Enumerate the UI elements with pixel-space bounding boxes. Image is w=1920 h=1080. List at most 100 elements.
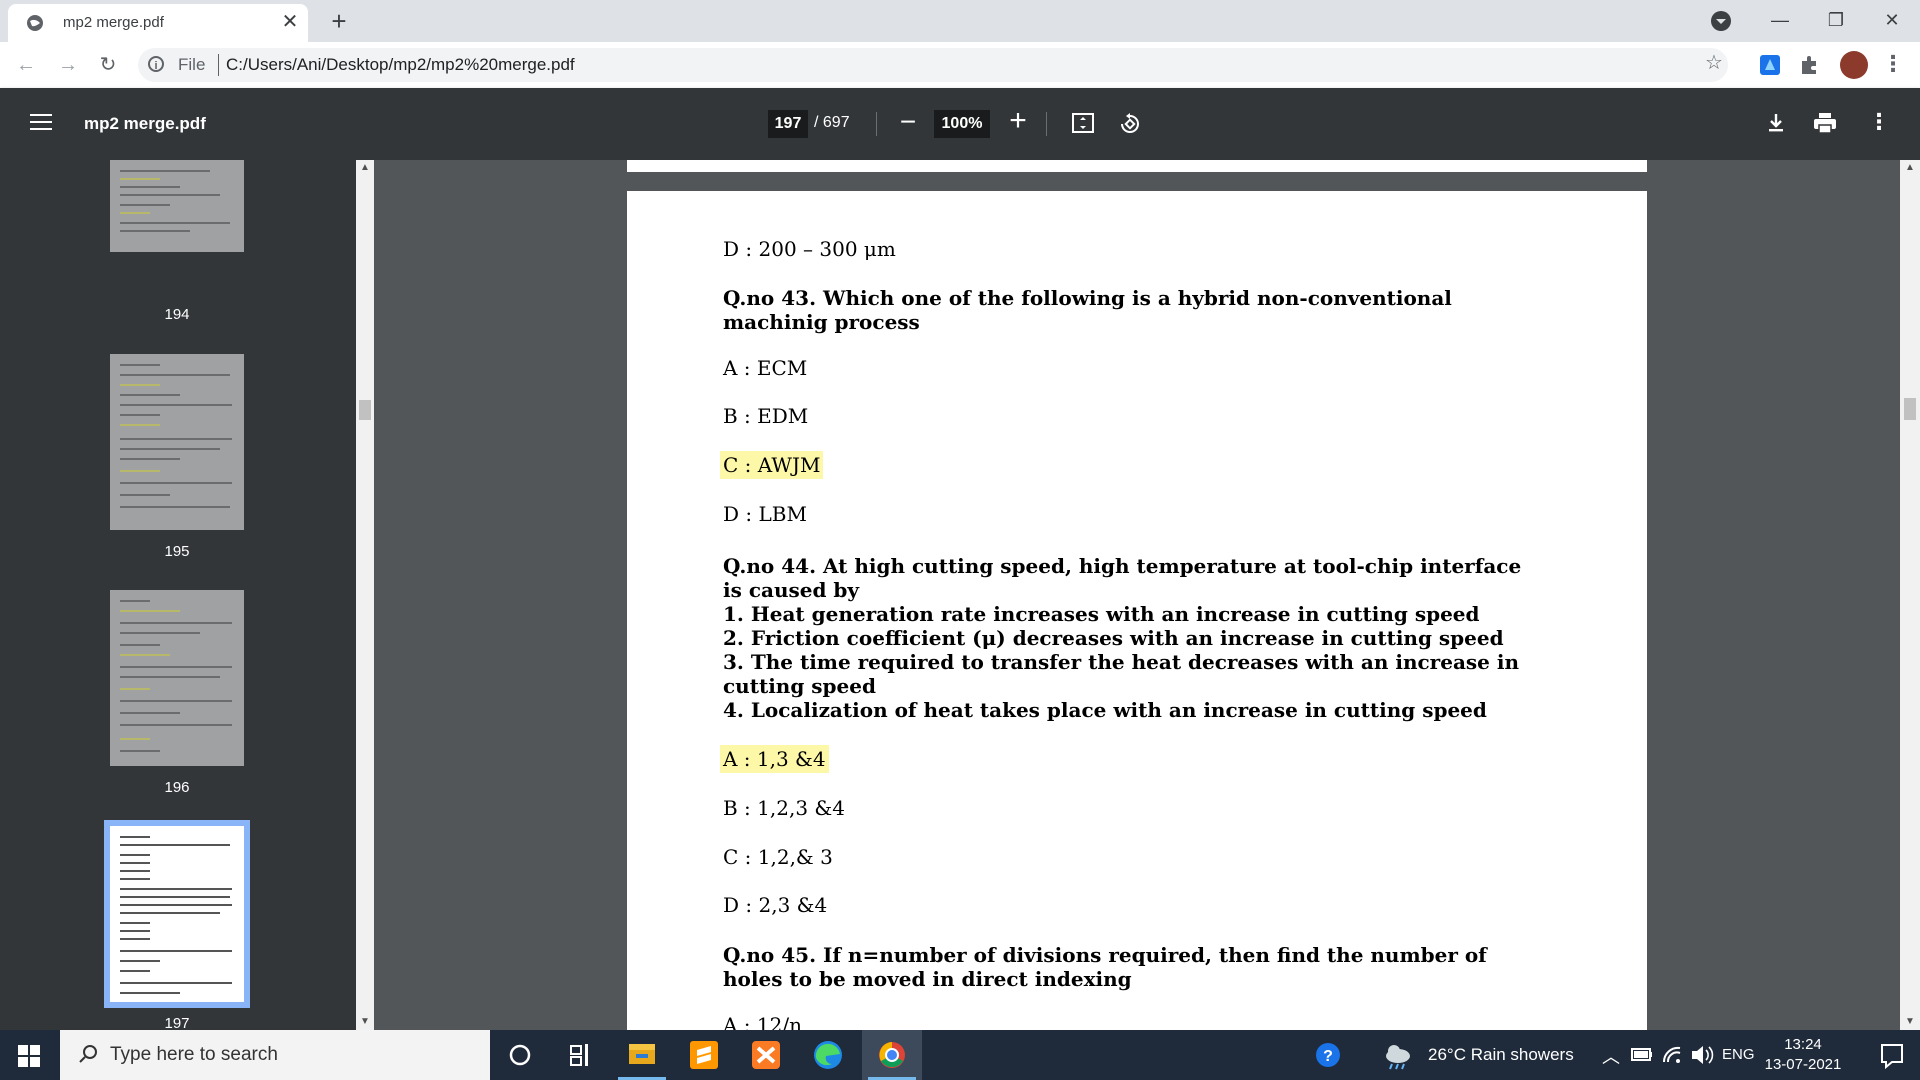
browser-tab[interactable]: mp2 merge.pdf ✕ xyxy=(8,4,308,42)
previous-page-edge xyxy=(627,160,1647,172)
zoom-in-icon[interactable]: + xyxy=(1005,106,1031,136)
new-tab-button[interactable]: + xyxy=(325,7,353,35)
clock-time: 13:24 xyxy=(1784,1036,1822,1053)
scroll-down-arrow-icon[interactable]: ▼ xyxy=(359,1016,371,1028)
close-window-icon[interactable]: ✕ xyxy=(1864,0,1920,42)
question-statement: 1. Heat generation rate increases with a… xyxy=(723,602,1480,626)
page-thumbnail[interactable] xyxy=(110,354,244,530)
download-icon[interactable] xyxy=(1765,112,1787,134)
wifi-icon[interactable] xyxy=(1658,1030,1686,1080)
scroll-up-arrow-icon[interactable]: ▲ xyxy=(1904,162,1916,174)
forward-arrow-icon[interactable]: → xyxy=(54,51,82,79)
more-options-icon[interactable]: ⋮ xyxy=(1868,110,1890,136)
zoom-level-input[interactable]: 100% xyxy=(934,110,990,138)
clock-date: 13-07-2021 xyxy=(1764,1056,1842,1073)
document-title: mp2 merge.pdf xyxy=(84,114,206,133)
file-explorer-icon[interactable] xyxy=(612,1030,672,1080)
browser-tab-strip: mp2 merge.pdf ✕ + — ❐ ✕ xyxy=(0,0,1920,42)
print-icon[interactable] xyxy=(1813,112,1837,134)
show-hidden-icons-icon[interactable]: ︿ xyxy=(1602,1043,1620,1069)
sidebar-scroll-thumb[interactable] xyxy=(359,400,371,420)
pdf-toolbar: mp2 merge.pdf 197 / 697 − 100% + ⋮ xyxy=(0,88,1920,160)
chrome-taskbar-icon[interactable] xyxy=(862,1030,922,1080)
thumbnail-page-label: 196 xyxy=(164,779,190,796)
answer-option: B : EDM xyxy=(723,404,809,428)
zoom-out-icon[interactable]: − xyxy=(896,108,920,138)
thumbnail-page-label: 197 xyxy=(164,1015,190,1030)
tab-title: mp2 merge.pdf xyxy=(63,14,164,31)
sublime-text-icon[interactable] xyxy=(674,1030,734,1080)
weather-text[interactable]: 26°C Rain showers xyxy=(1428,1045,1574,1065)
answer-option: D : 2,3 &4 xyxy=(723,893,828,917)
windows-start-icon[interactable] xyxy=(18,1045,40,1067)
edge-browser-icon[interactable] xyxy=(798,1030,858,1080)
globe-icon xyxy=(27,15,43,31)
toolbar-divider xyxy=(876,112,877,136)
profile-avatar[interactable] xyxy=(1840,51,1868,79)
page-thumbnail[interactable] xyxy=(110,590,244,766)
notifications-icon[interactable] xyxy=(1862,1030,1920,1080)
sidebar-menu-icon[interactable] xyxy=(30,114,52,132)
question-statement: 2. Friction coefficient (μ) decreases wi… xyxy=(723,626,1504,650)
main-scrollbar[interactable]: ▲ ▼ xyxy=(1900,160,1920,1030)
bookmark-star-icon[interactable]: ☆ xyxy=(1705,50,1723,75)
browser-menu-icon[interactable]: ⋮ xyxy=(1882,52,1904,78)
extension-drive-icon[interactable] xyxy=(1758,53,1782,77)
scroll-down-arrow-icon[interactable]: ▼ xyxy=(1904,1016,1916,1028)
volume-icon[interactable] xyxy=(1688,1030,1716,1080)
task-view-icon[interactable] xyxy=(550,1030,610,1080)
browser-toolbar: ← → ↻ i File C:/Users/Ani/Desktop/mp2/mp… xyxy=(0,42,1920,89)
extensions-puzzle-icon[interactable] xyxy=(1798,53,1822,77)
question-text: Q.no 44. At high cutting speed, high tem… xyxy=(723,554,1522,602)
battery-icon[interactable] xyxy=(1628,1030,1656,1080)
reload-icon[interactable]: ↻ xyxy=(94,51,122,79)
close-tab-icon[interactable]: ✕ xyxy=(278,10,302,34)
minimize-icon[interactable]: — xyxy=(1752,0,1808,42)
system-clock[interactable]: 13:24 13-07-2021 xyxy=(1758,1035,1848,1075)
scheme-label: File xyxy=(178,55,206,74)
rotate-icon[interactable] xyxy=(1118,112,1142,136)
taskbar-search-box[interactable]: Type here to search xyxy=(60,1030,490,1080)
toolbar-divider xyxy=(1046,112,1047,136)
question-statement: 4. Localization of heat takes place with… xyxy=(723,698,1487,722)
search-icon xyxy=(79,1045,97,1063)
omnibox-divider xyxy=(218,54,219,76)
xampp-icon[interactable] xyxy=(736,1030,796,1080)
question-text: Q.no 45. If n=number of divisions requir… xyxy=(723,943,1487,991)
language-indicator[interactable]: ENG xyxy=(1722,1046,1755,1063)
answer-option: A : ECM xyxy=(723,356,808,380)
thumbnail-page-label: 195 xyxy=(164,543,190,560)
windows-taskbar: Type here to search ? 26°C Rain showers … xyxy=(0,1030,1920,1080)
question-statement: 3. The time required to transfer the hea… xyxy=(723,650,1519,698)
url-text[interactable]: C:/Users/Ani/Desktop/mp2/mp2%20merge.pdf xyxy=(226,55,575,75)
cortana-icon[interactable] xyxy=(490,1030,550,1080)
help-icon[interactable]: ? xyxy=(1298,1030,1358,1080)
page-thumbnail[interactable] xyxy=(110,160,244,252)
scroll-up-arrow-icon[interactable]: ▲ xyxy=(359,162,371,174)
pdf-viewer-area[interactable]: D : 200 – 300 μm Q.no 43. Which one of t… xyxy=(374,160,1900,1030)
search-placeholder: Type here to search xyxy=(110,1044,278,1065)
highlighted-answer: A : 1,3 &4 xyxy=(720,745,829,773)
weather-cloud-icon[interactable] xyxy=(1380,1030,1416,1080)
restore-icon[interactable]: ❐ xyxy=(1808,0,1864,42)
answer-option: D : 200 – 300 μm xyxy=(723,237,896,261)
answer-option: A : 12/n xyxy=(723,1013,802,1030)
answer-option-highlighted: C : AWJM xyxy=(720,451,824,479)
question-text: Q.no 43. Which one of the following is a… xyxy=(723,286,1452,334)
highlighted-answer: C : AWJM xyxy=(720,451,824,479)
address-bar[interactable]: i File C:/Users/Ani/Desktop/mp2/mp2%20me… xyxy=(138,48,1728,82)
page-thumbnail-selected[interactable] xyxy=(104,820,250,1008)
answer-option: B : 1,2,3 &4 xyxy=(723,796,845,820)
thumbnail-sidebar: 194 195 196 197 xyxy=(0,160,356,1030)
svg-text:?: ? xyxy=(1323,1048,1333,1065)
page-number-input[interactable]: 197 xyxy=(768,110,808,138)
sidebar-scrollbar[interactable]: ▲ ▼ xyxy=(356,160,374,1030)
main-scroll-thumb[interactable] xyxy=(1904,398,1916,420)
tab-search-icon[interactable] xyxy=(1710,10,1732,32)
back-arrow-icon[interactable]: ← xyxy=(12,51,40,79)
page-total: / 697 xyxy=(814,114,850,131)
answer-option-highlighted: A : 1,3 &4 xyxy=(720,745,829,773)
fit-to-page-icon[interactable] xyxy=(1072,112,1094,134)
info-icon[interactable]: i xyxy=(148,56,164,72)
pdf-page: D : 200 – 300 μm Q.no 43. Which one of t… xyxy=(627,191,1647,1030)
